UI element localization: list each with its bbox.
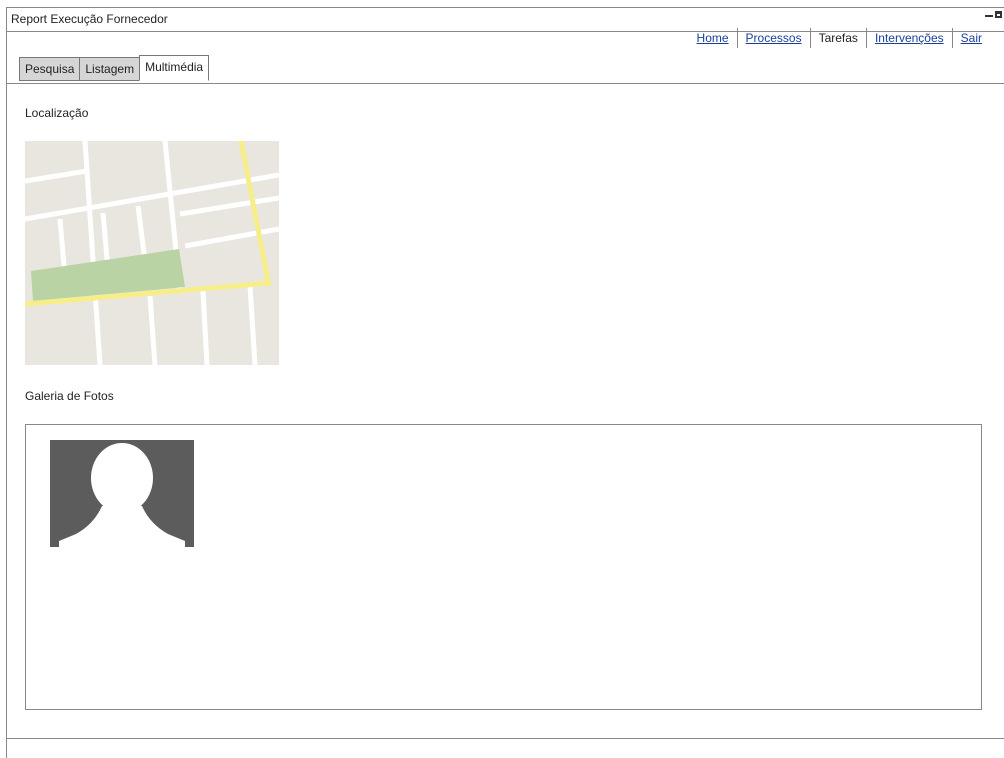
photo-thumbnail[interactable] [50,440,194,547]
nav-link-sair[interactable]: Sair [961,31,982,45]
nav-item-tarefas: Tarefas [809,28,866,48]
tab-pesquisa[interactable]: Pesquisa [19,57,80,81]
tab-listagem[interactable]: Listagem [79,57,140,81]
window-controls [985,11,1002,20]
nav-link-intervencoes[interactable]: Intervenções [875,31,944,45]
tab-multimedia[interactable]: Multimédia [139,55,210,81]
photo-gallery [25,424,982,710]
nav-link-home[interactable]: Home [697,31,729,45]
location-map[interactable] [25,141,279,365]
window-title: Report Execução Fornecedor [11,12,168,26]
person-silhouette-icon [50,440,194,547]
nav-item-intervencoes[interactable]: Intervenções [865,28,952,48]
maximize-icon[interactable] [995,11,1002,18]
gallery-heading: Galeria de Fotos [25,389,114,403]
minimize-icon[interactable] [985,15,993,17]
tab-bar: Pesquisa Listagem Multimédia [19,55,210,81]
nav-current-tarefas: Tarefas [818,31,858,45]
nav-link-processos[interactable]: Processos [746,31,802,45]
street-map-image [25,141,279,365]
nav-item-sair[interactable]: Sair [951,28,990,48]
nav-item-home[interactable]: Home [689,28,737,48]
top-navigation: Home Processos Tarefas Intervenções Sair [689,28,990,48]
location-heading: Localização [25,106,89,120]
status-bar [6,738,1004,739]
nav-item-processos[interactable]: Processos [736,28,810,48]
tabs-divider [6,83,1004,84]
